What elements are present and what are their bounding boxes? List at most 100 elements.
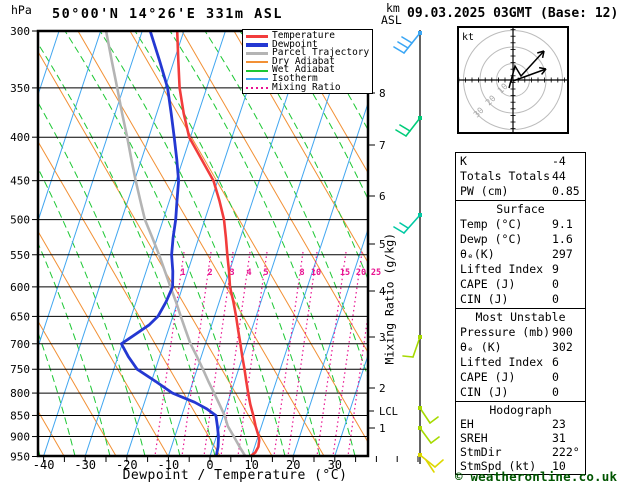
wind-barb-marker (418, 31, 422, 35)
stat-row-surface-li: Lifted Index 9 (460, 262, 559, 276)
svg-text:8: 8 (379, 87, 386, 100)
skewt-sounding-page: 300 350 400 450 500 550 600 650 700 750 800 850 900 9… (0, 0, 629, 486)
svg-text:650: 650 (10, 310, 30, 323)
surface-panel-title: Surface (496, 202, 545, 216)
wind-barb (419, 407, 431, 424)
copyright: © weatheronline.co.uk (455, 469, 618, 484)
svg-text:5: 5 (263, 268, 268, 278)
wet-adiabat-line-swatch (246, 69, 268, 72)
station-title: 50°00'N 14°26'E 331m ASL (52, 6, 284, 22)
svg-text:20: 20 (356, 268, 366, 278)
stat-row-totals: Totals Totals 44 (460, 169, 566, 183)
lcl-label: LCL (379, 406, 398, 418)
wind-barb (419, 427, 432, 444)
run-datetime: 09.03.2025 03GMT (Base: 12) (407, 6, 619, 21)
wind-barb (399, 222, 409, 229)
svg-text:700: 700 (10, 338, 30, 351)
svg-text:850: 850 (10, 409, 30, 422)
wind-barb-marker (418, 426, 422, 430)
stats-panels: K -4 Totals Totals 44 PW (cm) 0.85 Surface … (455, 152, 586, 475)
stat-row-surface-thetae: θₑ(K) 297 (460, 247, 573, 261)
svg-text:10: 10 (311, 268, 321, 278)
wind-barb (412, 336, 421, 358)
svg-text:800: 800 (10, 387, 30, 400)
hodograph-unit-label: kt (462, 32, 474, 43)
dry-adiabat-line-swatch (246, 61, 268, 64)
chart-legend: Temperature Dewpoint Parcel Trajectory D… (242, 29, 373, 95)
mixing-ratio-axis-label: Mixing Ratio (g/kg) (382, 232, 397, 365)
svg-text:1: 1 (180, 268, 185, 278)
wind-barbs-group (393, 30, 444, 473)
stat-row-sreh: SREH 31 (460, 431, 566, 445)
wind-barb (395, 129, 407, 137)
svg-text:8: 8 (299, 268, 304, 278)
mixing-ratio-labels: 1 2 3 4 5 8 10 15 20 25 (180, 268, 381, 278)
wind-barb (399, 124, 411, 132)
stat-row-stmdir: StmDir 222° (460, 445, 580, 459)
pressure-axis-unit: hPa (11, 3, 32, 17)
stat-row-surface-dewp: Dewp (°C) 1.6 (460, 232, 573, 246)
stat-row-mu-pressure: Pressure (mb) 900 (460, 325, 573, 339)
svg-text:500: 500 (10, 214, 30, 227)
stat-row-pw: PW (cm) 0.85 (460, 184, 580, 198)
hodograph-panel-title: Hodograph (489, 403, 552, 417)
svg-text:6: 6 (379, 190, 386, 203)
altitude-axis-unit-asl: ASL (381, 13, 402, 27)
mixing-ratio-line-swatch (246, 86, 268, 89)
wind-barb-marker (418, 213, 422, 217)
wind-barb (405, 117, 421, 137)
svg-text:1: 1 (379, 422, 386, 435)
svg-text:550: 550 (10, 249, 30, 262)
stat-row-mu-thetae: θₑ (K) 302 (460, 340, 573, 354)
wind-barb-marker (418, 335, 422, 339)
svg-text:15: 15 (340, 268, 350, 278)
indices-panel: K -4 Totals Totals 44 PW (cm) 0.85 (455, 152, 586, 201)
svg-text:950: 950 (10, 451, 30, 464)
hodograph-panel: Hodograph EH 23 SREH 31 StmDir 222° StmSpd … (455, 401, 586, 475)
stat-row-surface-temp: Temp (°C) 9.1 (460, 217, 573, 231)
svg-text:750: 750 (10, 363, 30, 376)
svg-text:350: 350 (10, 82, 30, 95)
most-unstable-panel: Most Unstable Pressure (mb) 900 θₑ (K) 302… (455, 308, 586, 402)
stat-row-mu-cin: CIN (J) 0 (460, 385, 559, 399)
stat-row-surface-cin: CIN (J) 0 (460, 292, 559, 306)
parcel-line-swatch (246, 51, 268, 56)
stat-row-mu-li: Lifted Index 6 (460, 355, 559, 369)
wind-barb (401, 36, 413, 44)
wind-barb (403, 214, 421, 234)
svg-text:25: 25 (371, 268, 381, 278)
wind-barb-marker (418, 453, 422, 457)
dewpoint-line-swatch (246, 43, 268, 47)
wind-barb (430, 436, 440, 444)
svg-text:-40: -40 (33, 458, 55, 472)
wind-barb (429, 416, 439, 424)
svg-text:2: 2 (207, 268, 212, 278)
stat-row-eh: EH 23 (460, 417, 566, 431)
svg-text:300: 300 (10, 25, 30, 38)
most-unstable-panel-title: Most Unstable (475, 310, 566, 324)
svg-text:450: 450 (10, 175, 30, 188)
stat-row-mu-cape: CAPE (J) 0 (460, 370, 559, 384)
temperature-axis-label: Dewpoint / Temperature (°C) (122, 468, 348, 483)
wind-barb-marker (418, 116, 422, 120)
wind-barb-marker (418, 406, 422, 410)
wind-barb (393, 46, 405, 54)
isotherm-line-swatch (246, 78, 268, 81)
svg-text:7: 7 (379, 139, 386, 152)
isotherms-group (38, 31, 368, 456)
stat-row-surface-cape: CAPE (J) 0 (460, 277, 559, 291)
wind-barb (402, 355, 414, 358)
wind-barb (434, 459, 444, 468)
hodograph-inset: kt102030 (457, 26, 569, 134)
svg-text:600: 600 (10, 281, 30, 294)
svg-text:400: 400 (10, 131, 30, 144)
temperature-line-swatch (246, 34, 268, 39)
svg-text:4: 4 (246, 268, 251, 278)
wind-barb (397, 41, 409, 49)
svg-text:2: 2 (379, 382, 386, 395)
mixing-ratio-lines-group (154, 251, 368, 456)
legend-item-mixing-ratio: Mixing Ratio (246, 83, 370, 93)
svg-text:900: 900 (10, 431, 30, 444)
surface-panel: Surface Temp (°C) 9.1 Dewp (°C) 1.6 θₑ(K) 2… (455, 200, 586, 309)
stat-row-k: K -4 (460, 154, 566, 168)
